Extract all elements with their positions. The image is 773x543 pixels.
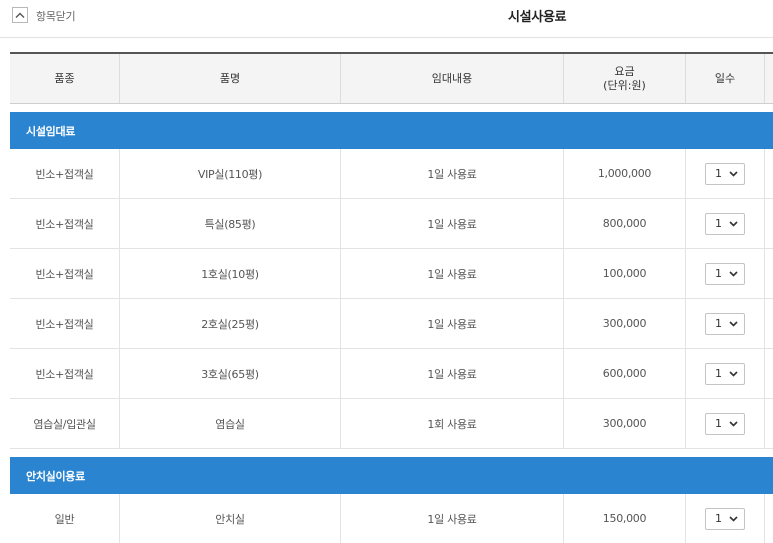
- table-header: 품종 품명 임대내용 요금 (단위:원) 일수: [10, 52, 773, 104]
- cell-days: 1: [686, 199, 765, 248]
- table-row: 빈소+접객실 1호실(10평) 1일 사용료 100,000 1: [10, 249, 773, 299]
- cell-rental: 1일 사용료: [341, 494, 564, 543]
- cell-item: 염습실: [120, 399, 341, 448]
- cell-category: 염습실/입관실: [10, 399, 120, 448]
- column-header-extra: [765, 54, 773, 103]
- table-row: 빈소+접객실 2호실(25평) 1일 사용료 300,000 1: [10, 299, 773, 349]
- cell-days: 1: [686, 249, 765, 298]
- cell-category: 빈소+접객실: [10, 199, 120, 248]
- cell-item: 1호실(10평): [120, 249, 341, 298]
- column-header-category: 품종: [10, 54, 120, 103]
- cell-category: 빈소+접객실: [10, 149, 120, 198]
- cell-rental: 1일 사용료: [341, 349, 564, 398]
- cell-item: VIP실(110평): [120, 149, 341, 198]
- table-row: 빈소+접객실 특실(85평) 1일 사용료 800,000 1: [10, 199, 773, 249]
- cell-rental: 1회 사용료: [341, 399, 564, 448]
- cell-item: 특실(85평): [120, 199, 341, 248]
- cell-category: 빈소+접객실: [10, 249, 120, 298]
- cell-days: 1: [686, 399, 765, 448]
- days-select[interactable]: 1: [705, 312, 745, 335]
- cell-days: 1: [686, 494, 765, 543]
- chevron-down-icon: [729, 370, 738, 377]
- days-select[interactable]: 1: [705, 507, 745, 530]
- cell-days: 1: [686, 349, 765, 398]
- cell-rental: 1일 사용료: [341, 149, 564, 198]
- cell-item: 3호실(65평): [120, 349, 341, 398]
- column-header-item: 품명: [120, 54, 341, 103]
- chevron-up-icon: [15, 12, 25, 18]
- cell-fee: 100,000: [564, 249, 686, 298]
- table-row: 염습실/입관실 염습실 1회 사용료 300,000 1: [10, 399, 773, 449]
- page-title: 시설사용료: [508, 10, 567, 25]
- table-row: 일반 안치실 1일 사용료 150,000 1: [10, 494, 773, 543]
- cell-days: 1: [686, 149, 765, 198]
- collapse-label[interactable]: 항목닫기: [36, 8, 76, 24]
- column-header-days: 일수: [686, 54, 765, 103]
- cell-item: 안치실: [120, 494, 341, 543]
- cell-fee: 800,000: [564, 199, 686, 248]
- cell-category: 빈소+접객실: [10, 349, 120, 398]
- cell-item: 2호실(25평): [120, 299, 341, 348]
- cell-rental: 1일 사용료: [341, 249, 564, 298]
- days-select[interactable]: 1: [705, 362, 745, 385]
- table-row: 빈소+접객실 3호실(65평) 1일 사용료 600,000 1: [10, 349, 773, 399]
- chevron-down-icon: [729, 170, 738, 177]
- cell-rental: 1일 사용료: [341, 199, 564, 248]
- column-header-rental: 임대내용: [341, 54, 564, 103]
- cell-days: 1: [686, 299, 765, 348]
- cell-fee: 300,000: [564, 399, 686, 448]
- column-header-fee: 요금 (단위:원): [564, 54, 686, 103]
- fee-table: 품종 품명 임대내용 요금 (단위:원) 일수 시설임대료 빈소+접객실 VIP…: [10, 52, 773, 543]
- cell-fee: 300,000: [564, 299, 686, 348]
- days-select[interactable]: 1: [705, 262, 745, 285]
- days-select[interactable]: 1: [705, 162, 745, 185]
- chevron-down-icon: [729, 515, 738, 522]
- fee-unit-label: (단위:원): [603, 78, 646, 92]
- top-bar: 항목닫기 시설사용료: [0, 0, 773, 38]
- days-select[interactable]: 1: [705, 412, 745, 435]
- cell-fee: 1,000,000: [564, 149, 686, 198]
- days-select[interactable]: 1: [705, 212, 745, 235]
- chevron-down-icon: [729, 320, 738, 327]
- cell-fee: 150,000: [564, 494, 686, 543]
- chevron-down-icon: [729, 270, 738, 277]
- chevron-down-icon: [729, 420, 738, 427]
- group-header-facility-rental: 시설임대료: [10, 112, 773, 149]
- collapse-button[interactable]: [12, 7, 28, 23]
- chevron-down-icon: [729, 220, 738, 227]
- cell-rental: 1일 사용료: [341, 299, 564, 348]
- cell-category: 일반: [10, 494, 120, 543]
- cell-fee: 600,000: [564, 349, 686, 398]
- cell-category: 빈소+접객실: [10, 299, 120, 348]
- table-row: 빈소+접객실 VIP실(110평) 1일 사용료 1,000,000 1: [10, 149, 773, 199]
- group-header-mortuary-fee: 안치실이용료: [10, 457, 773, 494]
